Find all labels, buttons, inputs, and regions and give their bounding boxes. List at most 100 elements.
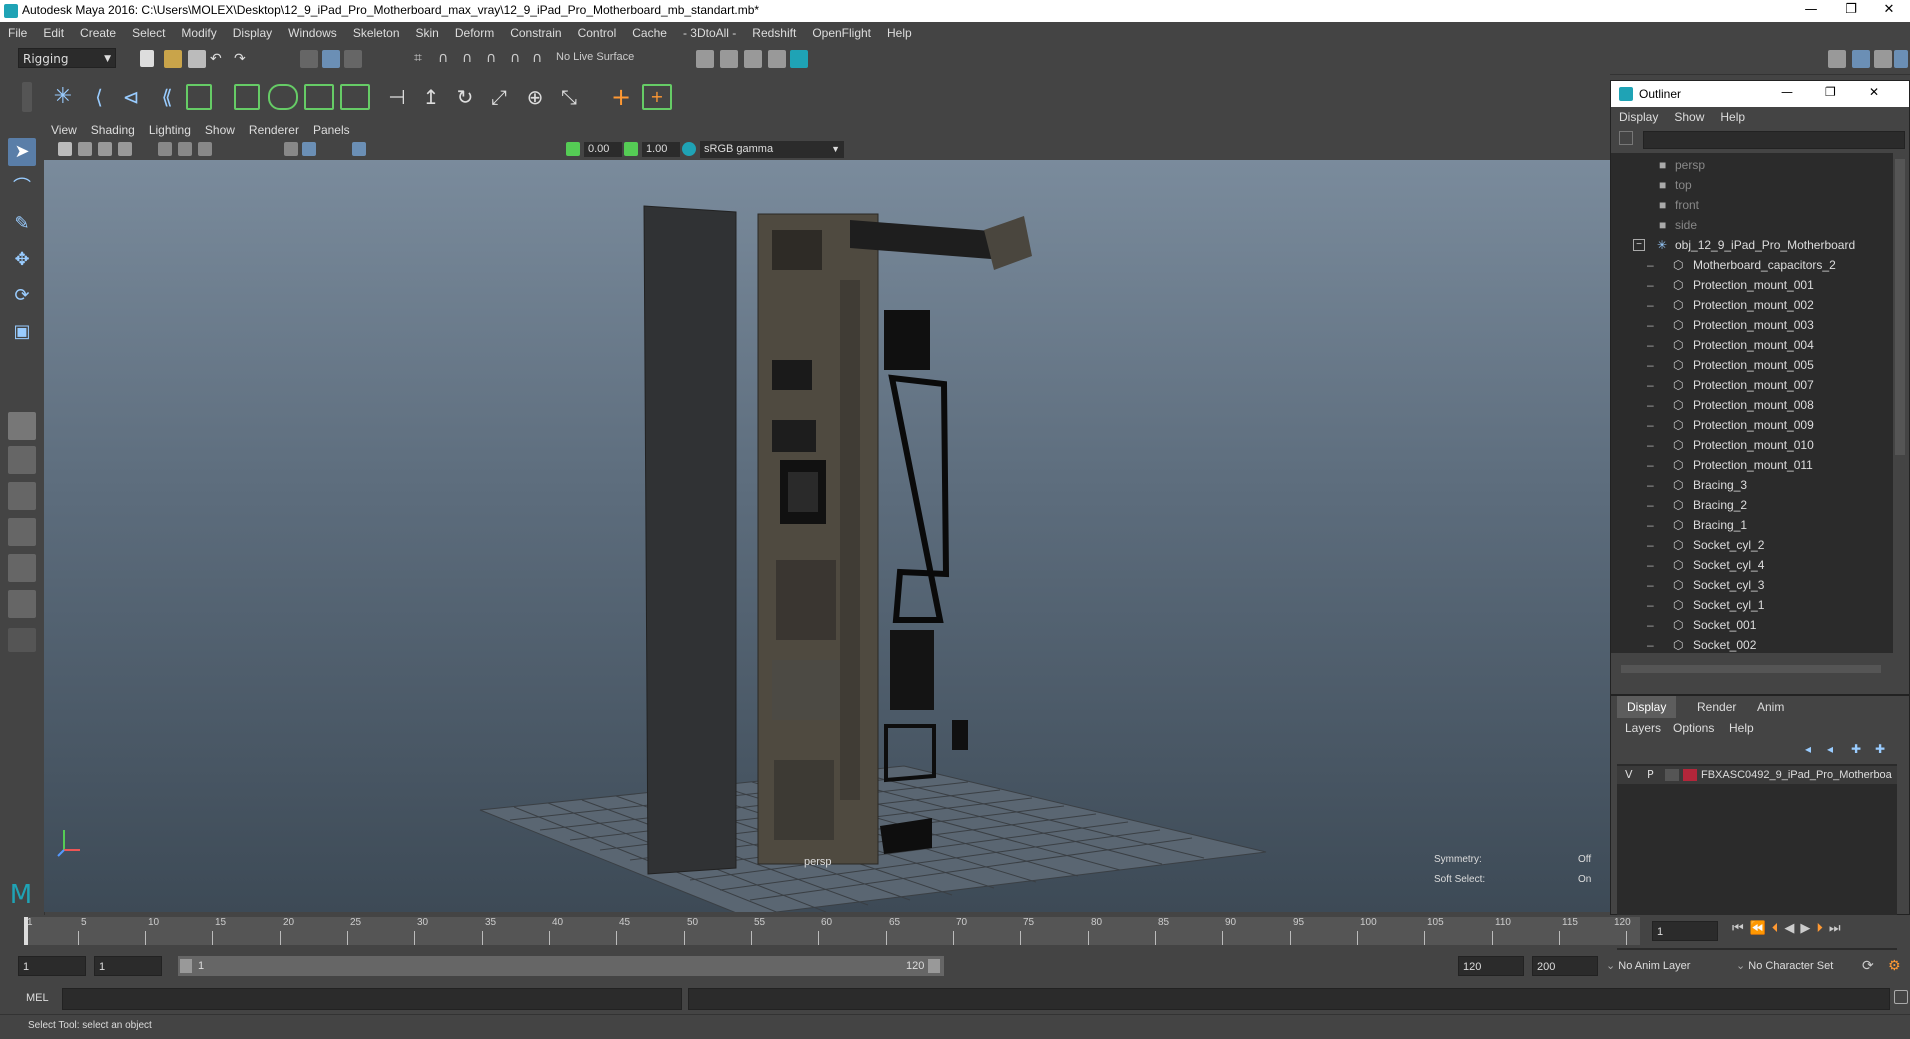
select-by-hierarchy-icon[interactable] xyxy=(300,50,318,68)
point-constraint-icon[interactable]: ⊣ xyxy=(384,84,410,110)
menu-deform[interactable]: Deform xyxy=(447,22,502,44)
layer-row[interactable]: V P FBXASC0492_9_iPad_Pro_Motherboa xyxy=(1617,766,1897,784)
outliner-item-child[interactable]: – ⬡ Bracing_3 xyxy=(1611,475,1893,495)
hypershade-icon[interactable] xyxy=(790,50,808,68)
current-time-marker[interactable] xyxy=(24,917,28,945)
outliner-item-child[interactable]: – ⬡ Protection_mount_002 xyxy=(1611,295,1893,315)
single-perspective-layout-icon[interactable] xyxy=(8,412,36,440)
wrap-icon[interactable] xyxy=(304,84,334,110)
step-forward-frame-icon[interactable]: ⏵ xyxy=(1816,921,1829,936)
layer-color-swatch[interactable] xyxy=(1683,769,1697,781)
lasso-tool-icon[interactable]: ⌒ xyxy=(8,174,36,202)
menu-windows[interactable]: Windows xyxy=(280,22,345,44)
layer-visibility-toggle[interactable]: V xyxy=(1625,766,1633,784)
ipr-render-icon[interactable] xyxy=(744,50,762,68)
outliner-item-top[interactable]: ■ top xyxy=(1611,175,1893,195)
ik-spline-icon[interactable]: ⊲ xyxy=(118,84,144,110)
menu-skeleton[interactable]: Skeleton xyxy=(345,22,408,44)
outliner-item-child[interactable]: – ⬡ Protection_mount_007 xyxy=(1611,375,1893,395)
undo-icon[interactable]: ↶ xyxy=(210,52,228,70)
outliner-item-child[interactable]: – ⬡ Protection_mount_004 xyxy=(1611,335,1893,355)
tab-anim[interactable]: Anim xyxy=(1747,696,1794,718)
script-language-label[interactable]: MEL xyxy=(26,992,49,1004)
animation-start-field[interactable]: 1 xyxy=(18,956,86,976)
exposure-field[interactable]: 0.00 xyxy=(584,142,622,157)
four-view-layout-icon[interactable] xyxy=(8,446,36,474)
pole-vector-icon[interactable]: ⤡ xyxy=(556,84,582,110)
anim-layer-dropdown[interactable]: ⌄ No Anim Layer xyxy=(1606,956,1734,976)
bookmark-icon[interactable] xyxy=(98,142,112,156)
outliner-item-child[interactable]: – ⬡ Protection_mount_009 xyxy=(1611,415,1893,435)
move-layer-up-icon[interactable]: ◂ xyxy=(1805,742,1819,756)
play-backwards-icon[interactable]: ◀ xyxy=(1784,921,1800,936)
color-management-icon[interactable] xyxy=(682,142,696,156)
outliner-item-persp[interactable]: ■ persp xyxy=(1611,155,1893,175)
modeling-toolkit-icon[interactable] xyxy=(1828,50,1846,68)
snap-grid-icon[interactable]: ⌗ xyxy=(414,50,432,68)
menu-openflight[interactable]: OpenFlight xyxy=(804,22,879,44)
vp-menu-panels[interactable]: Panels xyxy=(306,120,357,140)
outliner-item-child[interactable]: – ⬡ Socket_cyl_3 xyxy=(1611,575,1893,595)
outliner-item-child[interactable]: – ⬡ Bracing_1 xyxy=(1611,515,1893,535)
persp-graph-layout-icon[interactable] xyxy=(8,518,36,546)
save-scene-icon[interactable] xyxy=(188,50,206,68)
vp-menu-renderer[interactable]: Renderer xyxy=(242,120,306,140)
outliner-item-child[interactable]: – ⬡ Protection_mount_011 xyxy=(1611,455,1893,475)
more-layouts-icon[interactable] xyxy=(8,628,36,652)
resolution-gate-icon[interactable] xyxy=(198,142,212,156)
outliner-vertical-scrollbar[interactable] xyxy=(1895,159,1905,455)
render-settings-icon[interactable] xyxy=(768,50,786,68)
collapse-icon[interactable]: − xyxy=(1633,239,1645,251)
image-plane-icon[interactable] xyxy=(118,142,132,156)
outliner-item-group[interactable]: − ✳ obj_12_9_iPad_Pro_Motherboard xyxy=(1611,235,1893,255)
vp-menu-show[interactable]: Show xyxy=(198,120,242,140)
vp-menu-view[interactable]: View xyxy=(44,120,84,140)
outliner-item-child[interactable]: – ⬡ Motherboard_capacitors_2 xyxy=(1611,255,1893,275)
persp-outliner-layout-icon[interactable] xyxy=(8,482,36,510)
range-end-handle[interactable] xyxy=(928,959,940,973)
snap-view-plane-icon[interactable]: ∩ xyxy=(486,50,504,68)
animation-end-field[interactable]: 200 xyxy=(1532,956,1598,976)
outliner-item-child[interactable]: – ⬡ Protection_mount_005 xyxy=(1611,355,1893,375)
make-live-icon[interactable]: ∩ xyxy=(510,50,528,68)
preferences-icon[interactable]: ⚙ xyxy=(1888,958,1904,974)
menu-skin[interactable]: Skin xyxy=(408,22,447,44)
vp-menu-lighting[interactable]: Lighting xyxy=(142,120,198,140)
outliner-item-child[interactable]: – ⬡ Protection_mount_010 xyxy=(1611,435,1893,455)
time-ruler[interactable]: 1 5 10 15 20 25 30 35 40 45 50 55 60 65 … xyxy=(24,917,1640,945)
menu-control[interactable]: Control xyxy=(570,22,625,44)
move-tool-icon[interactable]: ✥ xyxy=(8,246,36,274)
new-layer-icon[interactable]: ✚ xyxy=(1851,742,1865,756)
bind-skin-icon[interactable] xyxy=(186,84,212,110)
menu-edit[interactable]: Edit xyxy=(35,22,72,44)
gamma-icon[interactable] xyxy=(624,142,638,156)
outliner-menu-help[interactable]: Help xyxy=(1712,107,1753,127)
grid-toggle-icon[interactable] xyxy=(158,142,172,156)
current-frame-field[interactable]: 1 xyxy=(1652,921,1718,941)
blendshape-icon[interactable] xyxy=(340,84,370,110)
paint-select-icon[interactable]: ✎ xyxy=(8,210,36,238)
time-slider[interactable]: 1 5 10 15 20 25 30 35 40 45 50 55 60 65 … xyxy=(0,915,1910,948)
tool-settings-toggle-icon[interactable] xyxy=(1874,50,1892,68)
outliner-item-side[interactable]: ■ side xyxy=(1611,215,1893,235)
outliner-horizontal-scrollbar[interactable] xyxy=(1621,665,1881,673)
outliner-item-child[interactable]: – ⬡ Protection_mount_001 xyxy=(1611,275,1893,295)
select-tool-icon[interactable]: ➤ xyxy=(8,138,36,166)
script-editor-icon[interactable] xyxy=(1894,990,1908,1004)
outliner-menu-display[interactable]: Display xyxy=(1611,107,1666,127)
snap-point-icon[interactable]: ∩ xyxy=(462,50,480,68)
outliner-restore-button[interactable]: ❐ xyxy=(1825,85,1836,99)
film-gate-icon[interactable] xyxy=(178,142,192,156)
menu-modify[interactable]: Modify xyxy=(173,22,224,44)
play-forwards-icon[interactable]: ▶ xyxy=(1800,921,1816,936)
range-bar[interactable]: 1 120 xyxy=(178,956,944,976)
range-start-handle[interactable] xyxy=(180,959,192,973)
menu-display[interactable]: Display xyxy=(225,22,280,44)
close-button[interactable]: ✕ xyxy=(1866,0,1910,22)
playback-end-field[interactable]: 120 xyxy=(1458,956,1524,976)
rotate-tool-icon[interactable]: ⟳ xyxy=(8,282,36,310)
hypershade-layout-icon[interactable] xyxy=(8,554,36,582)
snap-curve-icon[interactable]: ∩ xyxy=(438,50,456,68)
exposure-icon[interactable] xyxy=(566,142,580,156)
orient-constraint-icon[interactable]: ↻ xyxy=(452,84,478,110)
